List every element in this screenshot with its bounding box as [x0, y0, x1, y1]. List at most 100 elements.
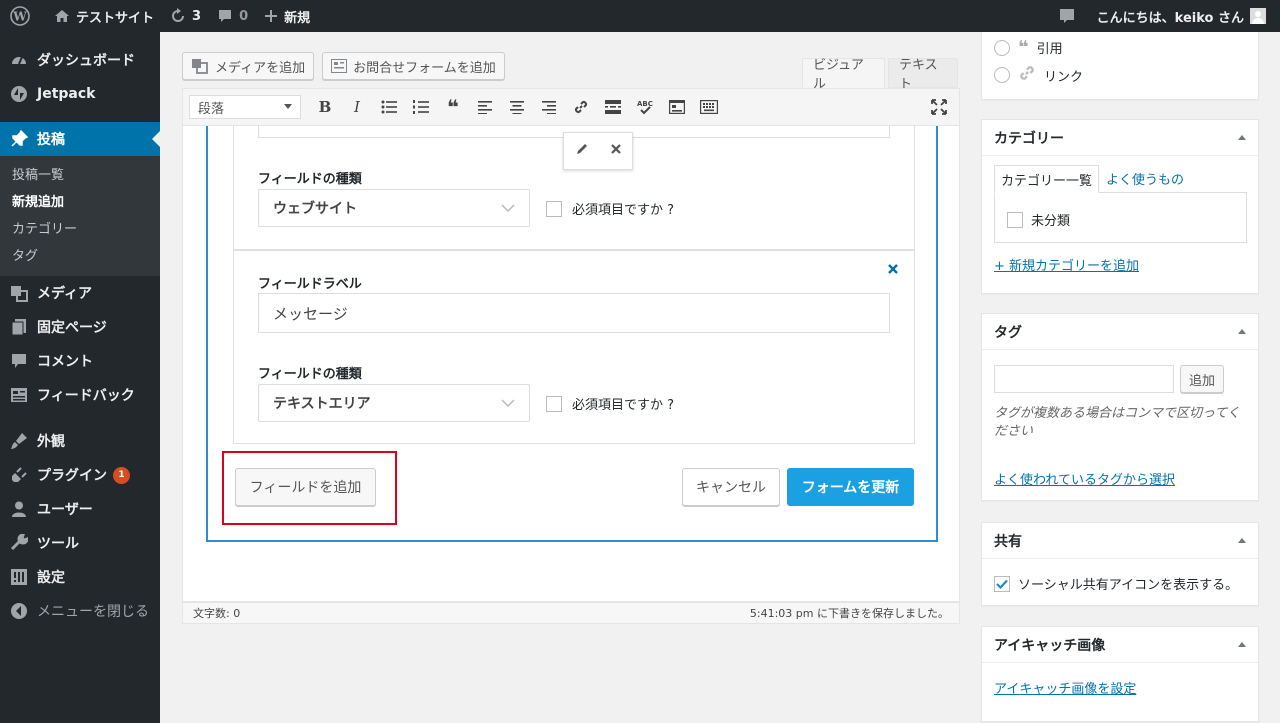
- quote-icon: ❝: [1018, 37, 1029, 58]
- sidebar-item-settings[interactable]: 設定: [0, 560, 160, 594]
- editor-content-area[interactable]: フィールドの種類 ウェブサイト 必須項目ですか ? フィールドラベル メッセージ…: [182, 126, 960, 602]
- show-share-icons-option[interactable]: ソーシャル共有アイコンを表示する。: [994, 574, 1238, 593]
- numbered-list-icon[interactable]: [405, 93, 437, 121]
- sidebar-item-appearance[interactable]: 外観: [0, 424, 160, 458]
- sidebar-item-pages[interactable]: 固定ページ: [0, 310, 160, 344]
- field-label-input-message[interactable]: メッセージ: [258, 293, 890, 333]
- my-account-link[interactable]: こんにちは、keiko さん: [1089, 0, 1280, 32]
- blockquote-icon[interactable]: ❝: [437, 93, 469, 121]
- autosave-status: 5:41:03 pm に下書きを保存しました。: [749, 607, 949, 620]
- category-tab-all[interactable]: カテゴリー一覧: [994, 165, 1100, 193]
- sidebar-item-collapse-menu[interactable]: メニューを閉じる: [0, 594, 160, 628]
- fullscreen-icon[interactable]: [923, 93, 955, 121]
- link-icon[interactable]: [565, 93, 597, 121]
- comments-link[interactable]: 0: [209, 0, 256, 32]
- link-icon: [1018, 64, 1036, 86]
- field-label-label: フィールドラベル: [258, 277, 362, 292]
- category-uncategorized[interactable]: 未分類: [1007, 210, 1070, 229]
- set-featured-image-link[interactable]: アイキャッチ画像を設定: [994, 678, 1136, 697]
- checkmark-icon: [996, 579, 1008, 589]
- sidebar-item-users[interactable]: ユーザー: [0, 492, 160, 526]
- add-field-button[interactable]: フィールドを追加: [235, 468, 376, 506]
- required-checkbox-message[interactable]: 必須項目ですか ?: [546, 394, 674, 413]
- plugin-icon: [10, 466, 28, 484]
- field-type-select-textarea[interactable]: テキストエリア: [258, 384, 530, 422]
- add-contact-form-button[interactable]: お問合せフォームを追加: [322, 52, 505, 80]
- form-inline-toolbar: [563, 132, 633, 170]
- add-media-button[interactable]: メディアを追加: [182, 52, 315, 80]
- align-left-icon[interactable]: [469, 93, 501, 121]
- choose-popular-tags-link[interactable]: よく使われているタグから選択: [994, 469, 1175, 488]
- svg-text:ABC: ABC: [637, 100, 653, 108]
- updates-link[interactable]: 3: [162, 0, 209, 32]
- add-tag-button[interactable]: 追加: [1180, 365, 1225, 393]
- bold-icon[interactable]: B: [309, 93, 341, 121]
- submenu-add-new[interactable]: 新規追加: [0, 189, 160, 216]
- sidebar-item-dashboard[interactable]: ダッシュボード: [0, 43, 160, 77]
- share-box: 共有 ソーシャル共有アイコンを表示する。: [981, 522, 1259, 606]
- checkbox-checked[interactable]: [994, 575, 1010, 592]
- collapse-arrow-icon[interactable]: [1238, 135, 1246, 140]
- format-select[interactable]: 段落: [189, 95, 301, 119]
- submenu-categories[interactable]: カテゴリー: [0, 216, 160, 243]
- keyboard-icon[interactable]: [693, 93, 725, 121]
- sidebar-item-media[interactable]: メディア: [0, 276, 160, 310]
- collapse-arrow-icon[interactable]: [1238, 642, 1246, 647]
- spellcheck-icon[interactable]: ABC: [629, 93, 661, 121]
- checkbox[interactable]: [1007, 211, 1023, 228]
- caret-down-icon: [284, 104, 292, 109]
- share-box-header[interactable]: 共有: [982, 523, 1258, 559]
- checkbox[interactable]: [546, 200, 562, 217]
- new-label: 新規: [284, 10, 311, 26]
- collapse-arrow-icon[interactable]: [1238, 538, 1246, 543]
- form-icon: [331, 59, 348, 73]
- media-icon: [192, 59, 208, 74]
- add-new-category-link[interactable]: + 新規カテゴリーを追加: [994, 255, 1139, 274]
- sidebar-item-feedback[interactable]: フィードバック: [0, 378, 160, 412]
- tools-icon: [10, 534, 28, 552]
- cancel-button[interactable]: キャンセル: [682, 468, 780, 506]
- category-tab-popular[interactable]: よく使うもの: [1106, 169, 1184, 188]
- field-type-select-website[interactable]: ウェブサイト: [258, 189, 530, 227]
- tag-box: タグ 追加 タグが複数ある場合はコンマで区切ってください よく使われているタグか…: [981, 313, 1259, 501]
- submenu-tags[interactable]: タグ: [0, 243, 160, 270]
- post-editor: メディアを追加 お問合せフォームを追加 ビジュアル テキスト 段落 B I ❝ …: [182, 46, 960, 624]
- site-name-link[interactable]: テストサイト: [46, 0, 162, 32]
- bullet-list-icon[interactable]: [373, 93, 405, 121]
- settings-icon: [10, 568, 28, 586]
- checkbox[interactable]: [546, 395, 562, 412]
- required-checkbox-website[interactable]: 必須項目ですか ?: [546, 199, 674, 218]
- tab-text[interactable]: テキスト: [888, 58, 958, 92]
- sidebar-item-comments[interactable]: コメント: [0, 344, 160, 378]
- new-content-link[interactable]: 新規: [256, 0, 318, 32]
- wordpress-logo-icon[interactable]: W: [0, 0, 46, 32]
- tab-visual[interactable]: ビジュアル: [802, 58, 885, 92]
- read-more-icon[interactable]: [597, 93, 629, 121]
- radio[interactable]: [994, 67, 1010, 83]
- format-option-link[interactable]: リンク: [994, 64, 1083, 86]
- sidebar-item-jetpack[interactable]: Jetpack: [0, 77, 160, 111]
- notifications-icon[interactable]: [1051, 0, 1089, 32]
- italic-icon[interactable]: I: [341, 93, 373, 121]
- sidebar-item-tools[interactable]: ツール: [0, 526, 160, 560]
- contact-form-icon[interactable]: [661, 93, 693, 121]
- remove-x-icon[interactable]: [610, 143, 622, 159]
- editor-statusbar: 文字数: 0 5:41:03 pm に下書きを保存しました。: [182, 602, 960, 624]
- collapse-arrow-icon[interactable]: [1238, 329, 1246, 334]
- tag-box-header[interactable]: タグ: [982, 314, 1258, 350]
- category-box-header[interactable]: カテゴリー: [982, 120, 1258, 156]
- featured-image-box-header[interactable]: アイキャッチ画像: [982, 627, 1258, 663]
- radio[interactable]: [994, 39, 1010, 56]
- update-form-button[interactable]: フォームを更新: [787, 468, 914, 506]
- appearance-icon: [10, 432, 28, 450]
- align-center-icon[interactable]: [501, 93, 533, 121]
- comment-bubble-icon: [219, 10, 232, 22]
- submenu-all-posts[interactable]: 投稿一覧: [0, 162, 160, 189]
- sidebar-item-posts[interactable]: 投稿: [0, 122, 160, 156]
- edit-pencil-icon[interactable]: [575, 142, 589, 160]
- format-option-quote[interactable]: ❝ 引用: [994, 37, 1063, 58]
- align-right-icon[interactable]: [533, 93, 565, 121]
- tag-input[interactable]: [994, 365, 1174, 393]
- sidebar-item-plugins[interactable]: プラグイン 1: [0, 458, 160, 492]
- delete-field-icon[interactable]: [887, 263, 899, 279]
